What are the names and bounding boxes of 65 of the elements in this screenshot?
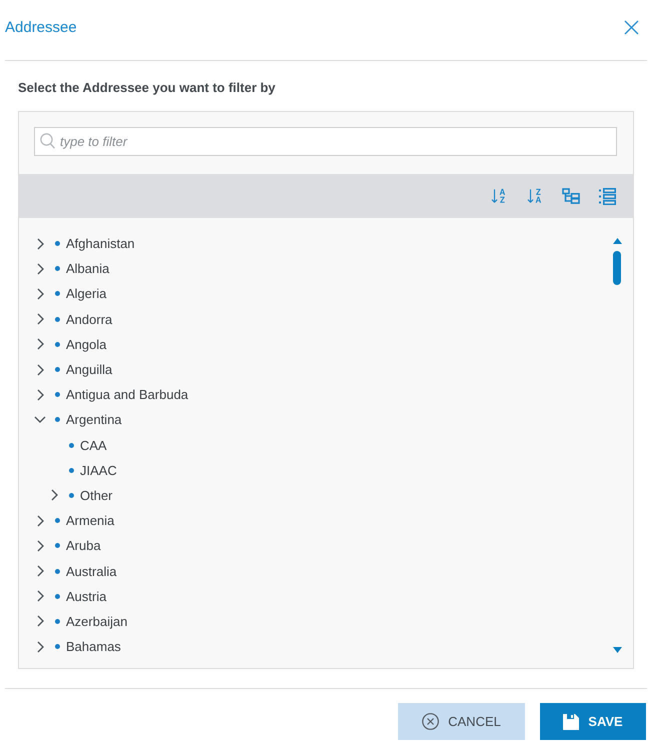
search-field[interactable]: type to filter [34, 127, 617, 156]
bullet-dot-icon [55, 266, 60, 272]
chevron-right-icon[interactable] [36, 640, 44, 653]
tree-item[interactable]: Andorra [66, 312, 112, 327]
bullet-dot-icon [55, 518, 60, 524]
bullet-dot-icon [55, 342, 60, 347]
chevron-right-icon[interactable] [36, 388, 44, 401]
close-icon[interactable] [624, 20, 639, 34]
tree-item[interactable]: CAA [80, 438, 107, 453]
tree-item[interactable]: Other [80, 488, 113, 503]
chevron-down-icon[interactable] [34, 416, 46, 424]
chevron-right-icon[interactable] [36, 590, 44, 602]
scrollbar-thumb[interactable] [613, 251, 621, 285]
instruction-text: Select the Addressee you want to filter by [18, 80, 276, 96]
bullet-dot-icon [55, 241, 60, 246]
bullet-dot-icon [55, 543, 60, 548]
tree-item[interactable]: Armenia [66, 513, 114, 528]
chevron-right-icon[interactable] [36, 615, 44, 628]
bullet-dot-icon [55, 367, 60, 372]
bullet-dot-icon [69, 492, 74, 498]
tree-item[interactable]: Angola [66, 336, 106, 352]
tree-item[interactable]: Austria [66, 588, 106, 604]
bullet-dot-icon [69, 468, 74, 473]
bullet-dot-icon [55, 594, 60, 599]
tree-item[interactable]: Bahamas [66, 639, 121, 654]
chevron-right-icon[interactable] [36, 262, 44, 275]
cancel-button[interactable]: CANCEL [398, 703, 525, 740]
bullet-dot-icon [55, 568, 60, 574]
tree-item[interactable]: Antigua and Barbuda [66, 387, 188, 402]
list-icon[interactable] [598, 187, 616, 205]
tree-item[interactable]: Azerbaijan [66, 614, 128, 629]
bullet-dot-icon [55, 417, 60, 422]
chevron-right-icon[interactable] [50, 489, 58, 502]
tree-item[interactable]: Argentina [66, 412, 122, 428]
chevron-right-icon[interactable] [36, 540, 44, 552]
chevron-right-icon[interactable] [36, 364, 44, 376]
chevron-right-icon[interactable] [36, 565, 44, 578]
save-button[interactable]: SAVE [540, 703, 646, 740]
tree-item[interactable]: JIAAC [80, 462, 117, 478]
sort-ascending-icon[interactable] [490, 187, 508, 205]
save-icon [563, 714, 580, 730]
chevron-right-icon[interactable] [36, 238, 44, 250]
close-circle-icon [422, 713, 440, 730]
chevron-right-icon[interactable] [36, 514, 44, 527]
tree-item[interactable]: Albania [66, 261, 110, 276]
bullet-dot-icon [55, 291, 60, 296]
dialog-title: Addressee [5, 18, 77, 36]
bullet-dot-icon [55, 618, 60, 624]
tree-item[interactable]: Afghanistan [66, 236, 135, 252]
tree-item[interactable]: Anguilla [66, 362, 112, 378]
bullet-dot-icon [55, 392, 60, 398]
tree-item[interactable]: Australia [66, 564, 117, 579]
chevron-right-icon[interactable] [36, 338, 44, 350]
hierarchy-icon[interactable] [562, 187, 580, 205]
tree-item[interactable]: Algeria [66, 286, 106, 302]
scroll-up-arrow-icon[interactable] [612, 238, 622, 244]
bullet-dot-icon [55, 316, 60, 322]
sort-descending-icon[interactable] [526, 187, 544, 205]
bullet-dot-icon [55, 644, 60, 650]
bullet-dot-icon [69, 442, 74, 448]
search-icon [40, 133, 55, 149]
chevron-right-icon[interactable] [36, 313, 44, 326]
tree-item[interactable]: Aruba [66, 538, 101, 554]
chevron-right-icon[interactable] [36, 288, 44, 300]
scroll-down-arrow-icon[interactable] [612, 647, 622, 653]
